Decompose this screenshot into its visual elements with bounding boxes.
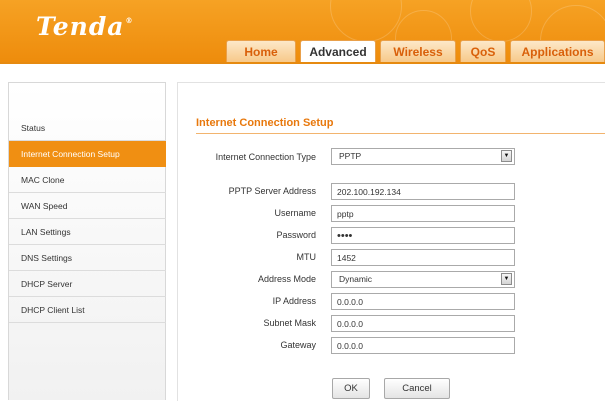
subnet-mask-label: Subnet Mask <box>263 318 316 328</box>
registered-mark: ® <box>125 16 134 25</box>
header-divider <box>0 62 605 64</box>
tab-applications[interactable]: Applications <box>510 40 605 62</box>
server-address-label: PPTP Server Address <box>228 186 316 196</box>
username-input[interactable] <box>331 205 515 222</box>
password-input[interactable] <box>331 227 515 244</box>
mtu-input[interactable] <box>331 249 515 266</box>
ip-address-input[interactable] <box>331 293 515 310</box>
sidebar-item-wan-speed[interactable]: WAN Speed <box>9 193 166 219</box>
chevron-down-icon[interactable]: ▼ <box>501 273 512 285</box>
sidebar-item-status[interactable]: Status <box>9 115 166 141</box>
header-banner: Tenda® Home Advanced Wireless QoS Applic… <box>0 0 605 62</box>
address-mode-label: Address Mode <box>257 274 316 284</box>
sidebar-item-mac-clone[interactable]: MAC Clone <box>9 167 166 193</box>
brand-logo-text: Tenda <box>36 12 125 41</box>
tab-wireless[interactable]: Wireless <box>380 40 456 62</box>
sidebar-item-lan-settings[interactable]: LAN Settings <box>9 219 166 245</box>
chevron-down-icon[interactable]: ▼ <box>501 150 512 162</box>
connection-type-select[interactable]: PPTP ▼ <box>331 148 515 165</box>
tab-qos[interactable]: QoS <box>460 40 506 62</box>
page-title: Internet Connection Setup <box>196 117 334 129</box>
title-divider <box>196 133 605 134</box>
address-mode-select[interactable]: Dynamic ▼ <box>331 271 515 288</box>
brand-logo: Tenda® <box>36 12 134 41</box>
connection-type-value: PPTP <box>339 151 362 161</box>
password-label: Password <box>276 230 316 240</box>
gateway-input[interactable] <box>331 337 515 354</box>
connection-type-label: Internet Connection Type <box>215 152 316 162</box>
ip-address-label: IP Address <box>272 296 316 306</box>
tab-home[interactable]: Home <box>226 40 296 62</box>
address-mode-value: Dynamic <box>339 274 373 284</box>
sidebar-item-dns-settings[interactable]: DNS Settings <box>9 245 166 271</box>
tab-advanced[interactable]: Advanced <box>300 40 376 62</box>
sidebar-item-dhcp-server[interactable]: DHCP Server <box>9 271 166 297</box>
cancel-button[interactable]: Cancel <box>384 378 450 399</box>
username-label: Username <box>274 208 316 218</box>
sidebar-item-dhcp-client-list[interactable]: DHCP Client List <box>9 297 166 323</box>
decorative-circle <box>470 0 532 42</box>
subnet-mask-input[interactable] <box>331 315 515 332</box>
sidebar-item-internet-connection-setup[interactable]: Internet Connection Setup <box>9 141 166 167</box>
gateway-label: Gateway <box>280 340 316 350</box>
sidebar-nav: Status Internet Connection Setup MAC Clo… <box>8 82 166 400</box>
ok-button[interactable]: OK <box>332 378 370 399</box>
decorative-circle <box>330 0 402 42</box>
mtu-label: MTU <box>296 252 317 262</box>
server-address-input[interactable] <box>331 183 515 200</box>
